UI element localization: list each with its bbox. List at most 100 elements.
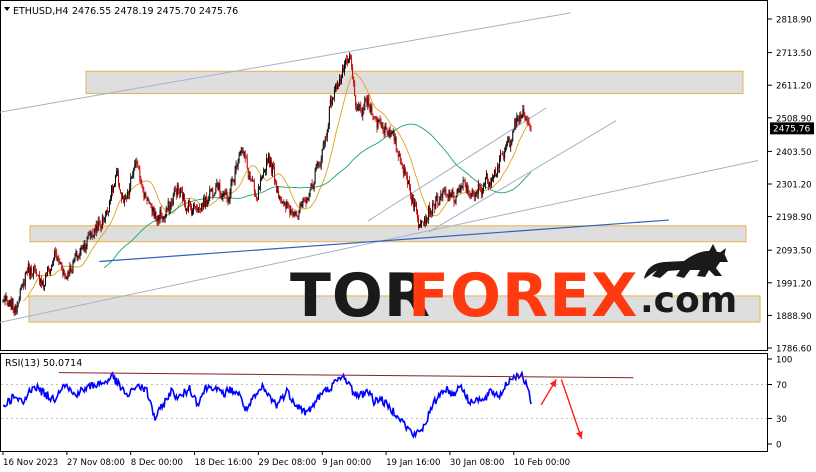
candle-body <box>7 302 9 307</box>
candle-body <box>63 272 65 275</box>
candle-body <box>428 206 430 220</box>
candle-body <box>390 133 392 137</box>
candle-body <box>465 183 467 191</box>
candle-body <box>103 220 105 221</box>
candle-body <box>434 203 436 209</box>
candle-body <box>109 199 111 202</box>
time-tick-label: 29 Dec 08:00 <box>258 458 316 468</box>
candle-body <box>283 201 285 204</box>
candle-body <box>376 119 378 128</box>
candle-body <box>117 171 118 172</box>
candle-body <box>423 221 425 223</box>
price-tick-label: 2198.90 <box>776 213 812 223</box>
candle-body <box>482 185 484 192</box>
candle-body <box>349 56 351 60</box>
candle-body <box>501 153 503 154</box>
candle-body <box>127 191 129 199</box>
candle-body <box>415 202 416 204</box>
candle-body <box>140 177 142 184</box>
candle-body <box>295 214 297 216</box>
candle-body <box>484 178 486 185</box>
candle-body <box>293 212 295 216</box>
candle-body <box>356 106 358 110</box>
candle-body <box>78 256 80 257</box>
candle-body <box>416 203 417 211</box>
watermark-com: .com <box>640 280 737 321</box>
candle-body <box>315 165 317 171</box>
candle-body <box>31 274 33 275</box>
candle-body <box>325 136 327 138</box>
candle-body <box>378 119 380 122</box>
candle-body <box>223 192 225 195</box>
candle-body <box>486 174 488 183</box>
candle-body <box>15 305 17 313</box>
candle-body <box>147 199 149 201</box>
candle-body <box>16 303 18 313</box>
candle-body <box>504 151 506 159</box>
candle-body <box>178 192 180 194</box>
candle-body <box>35 271 37 275</box>
candle-body <box>369 106 371 113</box>
candle-body <box>93 228 95 237</box>
candle-body <box>319 165 321 167</box>
candle-body <box>344 64 345 73</box>
candle-body <box>362 108 364 116</box>
candle-body <box>461 186 463 188</box>
candle-body <box>65 276 67 280</box>
candle-body <box>242 150 244 154</box>
candle-body <box>33 267 35 270</box>
price-chart[interactable]: TOR FOREX .com 2818.902713.502611.202508… <box>0 0 816 472</box>
candle-body <box>284 202 286 204</box>
candle-body <box>195 206 197 208</box>
candle-body <box>304 199 306 201</box>
price-tick-label: 2403.50 <box>776 148 812 158</box>
candle-body <box>510 144 512 147</box>
candle-body <box>498 167 500 168</box>
candle-body <box>131 176 133 178</box>
candle-body <box>363 108 365 110</box>
candle-body <box>80 247 82 252</box>
candle-body <box>493 176 494 179</box>
price-tick-label: 1991.20 <box>776 279 812 289</box>
candle-body <box>290 210 292 214</box>
candle-body <box>22 282 24 286</box>
candle-body <box>511 141 513 145</box>
candle-body <box>450 195 452 198</box>
candle-body <box>215 187 217 193</box>
current-price-tag: 2475.76 <box>773 125 810 135</box>
candle-body <box>494 169 495 177</box>
candle-body <box>41 279 42 285</box>
dropdown-arrow-icon[interactable] <box>4 7 10 11</box>
candle-body <box>474 195 476 197</box>
candle-body <box>230 181 232 194</box>
candle-body <box>142 185 144 190</box>
candle-body <box>469 195 471 197</box>
forecast-arrow-shaft <box>560 379 583 440</box>
candle-body <box>328 107 330 126</box>
candle-body <box>176 184 178 196</box>
candle-body <box>345 59 346 65</box>
candle-body <box>209 189 211 200</box>
candle-body <box>205 196 207 207</box>
candle-body <box>180 188 182 190</box>
candle-body <box>359 104 361 107</box>
candle-body <box>193 204 194 211</box>
forecast-arrow-head <box>576 430 583 439</box>
candle-body <box>188 201 189 211</box>
candle-body <box>313 181 315 189</box>
candle-body <box>73 260 75 262</box>
candle-body <box>144 193 146 198</box>
candle-body <box>471 190 473 195</box>
candle-body <box>28 263 30 276</box>
candle-body <box>47 266 49 277</box>
candle-body <box>200 208 202 210</box>
candle-body <box>217 183 219 191</box>
candle-body <box>86 238 88 247</box>
candle-body <box>340 79 341 83</box>
candle-body <box>462 180 464 188</box>
candle-body <box>256 198 258 200</box>
candle-body <box>81 247 83 249</box>
candle-body <box>357 106 359 110</box>
candle-body <box>85 246 87 251</box>
candle-body <box>448 191 450 199</box>
